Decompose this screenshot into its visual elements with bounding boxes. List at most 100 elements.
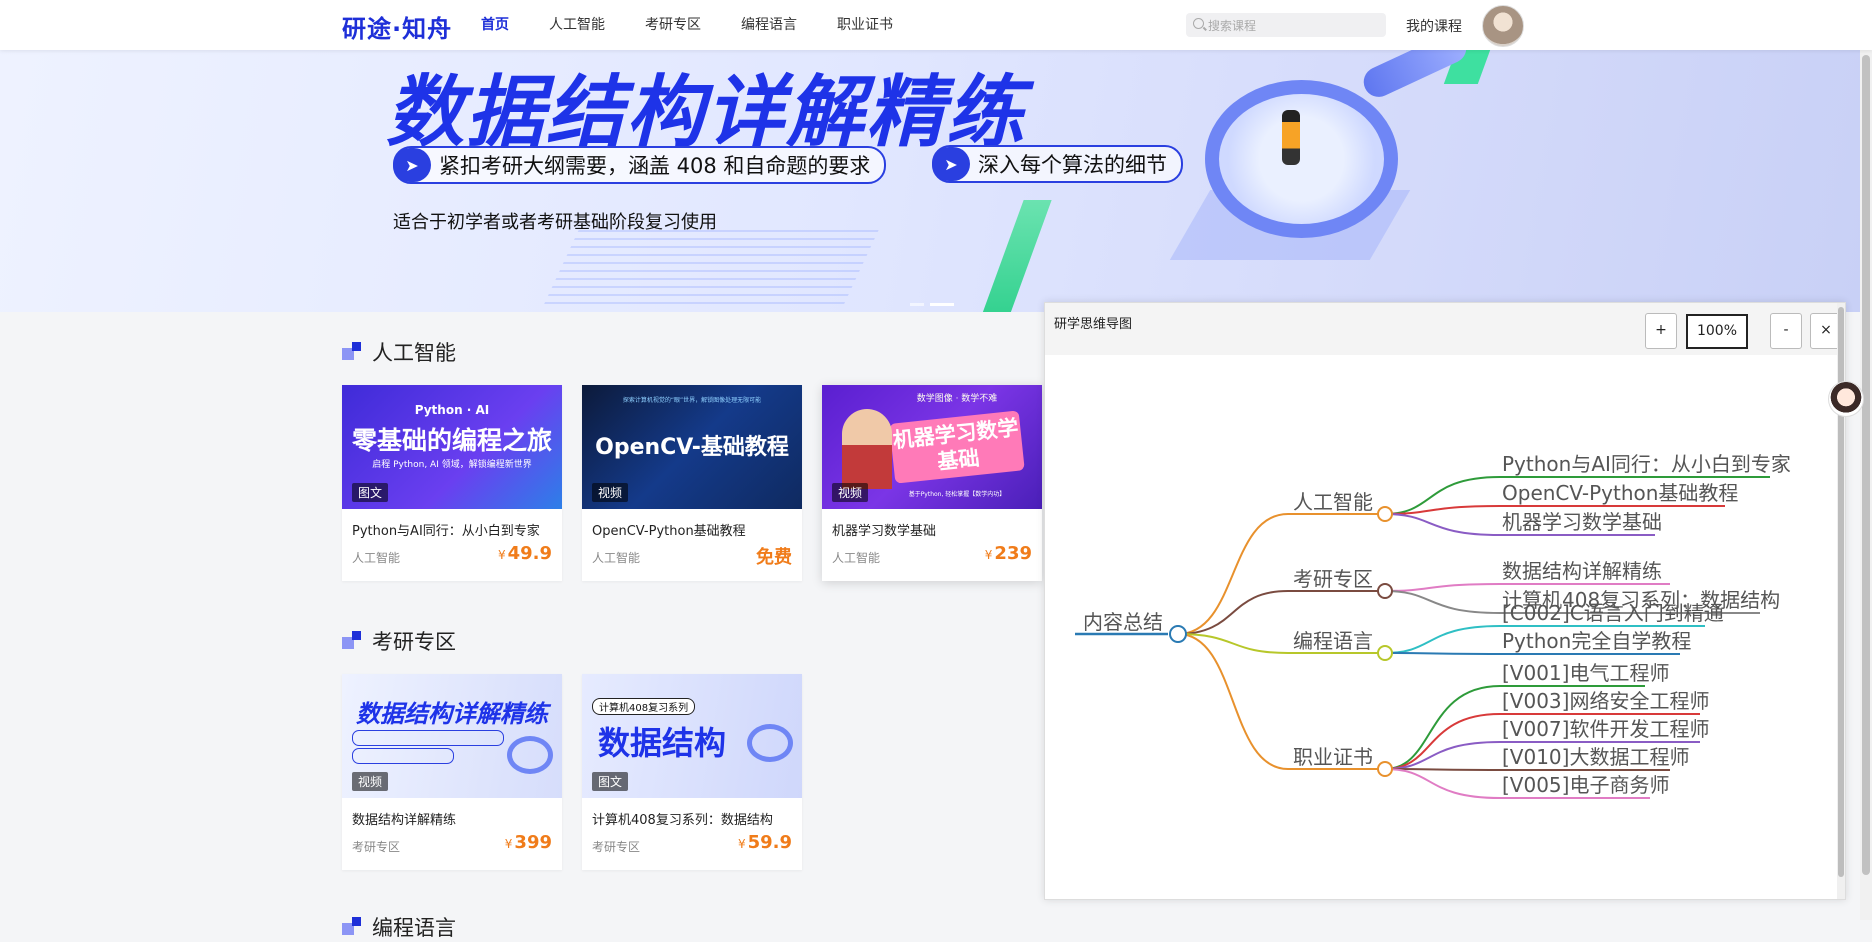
section-header-programming: 编程语言 bbox=[342, 912, 456, 942]
mindmap-leaf-link bbox=[1384, 590, 1501, 614]
site-logo[interactable]: 研途·知舟 bbox=[342, 9, 452, 44]
course-title[interactable]: 数据结构详解精练 bbox=[352, 809, 456, 828]
content-type-badge: 视频 bbox=[592, 483, 629, 502]
course-price: ¥59.9 bbox=[737, 832, 792, 853]
mindmap-leaf-node[interactable]: [C002]C语言入门到精通 bbox=[1502, 601, 1724, 625]
mindmap-branch-link bbox=[1177, 513, 1289, 635]
course-category: 人工智能 bbox=[352, 551, 401, 565]
thumbnail-caption: 数学图像 · 数学不难 bbox=[916, 394, 998, 404]
section-header-kaoyan: 考研专区 bbox=[342, 626, 456, 656]
assistant-avatar[interactable] bbox=[1828, 381, 1864, 417]
thumbnail-title: 机器学习数学基础 bbox=[889, 410, 1025, 484]
mindmap-root-node[interactable]: 内容总结 bbox=[1083, 610, 1163, 634]
mindmap-leaf-node[interactable]: [V001]电气工程师 bbox=[1502, 661, 1669, 685]
mindmap-leaf-node[interactable]: OpenCV-Python基础教程 bbox=[1502, 481, 1738, 505]
page-scrollbar[interactable] bbox=[1860, 0, 1872, 920]
mindmap-leaf-node[interactable]: [V003]网络安全工程师 bbox=[1502, 689, 1709, 713]
carousel-dot-active[interactable] bbox=[930, 303, 954, 306]
mindmap-leaf-node[interactable]: 数据结构详解精练 bbox=[1502, 559, 1662, 583]
nav-kaoyan[interactable]: 考研专区 bbox=[645, 0, 701, 50]
search-input[interactable] bbox=[1206, 13, 1380, 39]
mindmap-leaf-node[interactable]: 机器学习数学基础 bbox=[1502, 510, 1662, 534]
banner-subtitle: 适合于初学者或者考研基础阶段复习使用 bbox=[393, 212, 717, 233]
magnifier-illustration bbox=[747, 724, 793, 762]
section-icon bbox=[342, 342, 362, 362]
course-card[interactable]: Python · AI 零基础的编程之旅 启程 Python, AI 领域，解锁… bbox=[342, 385, 562, 581]
my-courses-link[interactable]: 我的课程 bbox=[1406, 16, 1462, 36]
search-box[interactable] bbox=[1186, 13, 1386, 39]
mindmap-branch-link bbox=[1177, 633, 1289, 770]
mindmap-leaf-link bbox=[1384, 583, 1501, 592]
carousel-dot[interactable] bbox=[910, 303, 924, 306]
person-illustration bbox=[1282, 110, 1300, 165]
mindmap-branch-link bbox=[1177, 590, 1289, 635]
banner-pill-text: 紧扣考研大纲需要，涵盖 408 和自命题的要求 bbox=[439, 154, 871, 178]
banner-pill: ➤ 深入每个算法的细节 bbox=[932, 145, 1183, 183]
mindmap-leaf-node[interactable]: [V010]大数据工程师 bbox=[1502, 745, 1689, 769]
mindmap-leaf-node[interactable]: Python与AI同行：从小白到专家 bbox=[1502, 452, 1791, 476]
thumbnail-title: 数据结构详解精练 bbox=[356, 700, 548, 728]
mindmap-branch-node[interactable]: 编程语言 bbox=[1293, 629, 1373, 653]
course-card[interactable]: 计算机408复习系列 数据结构 图文 计算机408复习系列：数据结构 考研专区 … bbox=[582, 674, 802, 870]
course-title[interactable]: OpenCV-Python基础教程 bbox=[592, 520, 746, 539]
course-thumbnail: 计算机408复习系列 数据结构 图文 bbox=[582, 674, 802, 798]
mindmap-leaf-node[interactable]: [V007]软件开发工程师 bbox=[1502, 717, 1709, 741]
nav-ai[interactable]: 人工智能 bbox=[549, 0, 605, 50]
course-title[interactable]: 计算机408复习系列：数据结构 bbox=[592, 809, 773, 828]
mindmap-branch-collapse-toggle bbox=[1377, 506, 1393, 522]
thumbnail-subtitle: 基于Python, 轻松掌握【数学内功】 bbox=[908, 491, 1006, 498]
section-header-ai: 人工智能 bbox=[342, 337, 456, 367]
course-card[interactable]: 数据结构详解精练 视频 数据结构详解精练 考研专区 ¥399 bbox=[342, 674, 562, 870]
mindmap-root-collapse-toggle bbox=[1169, 625, 1187, 643]
course-thumbnail: Python · AI 零基础的编程之旅 启程 Python, AI 领域，解锁… bbox=[342, 385, 562, 509]
thumbnail-title: 数据结构 bbox=[597, 724, 726, 762]
mindmap-leaf-link bbox=[1384, 652, 1501, 655]
course-thumbnail: 数据结构详解精练 视频 bbox=[342, 674, 562, 798]
course-price: ¥239 bbox=[984, 543, 1032, 564]
hero-banner[interactable]: 数据结构详解精练 ➤ 紧扣考研大纲需要，涵盖 408 和自命题的要求 ➤ 深入每… bbox=[0, 50, 1872, 312]
course-category: 考研专区 bbox=[592, 840, 641, 854]
zoom-out-button[interactable]: - bbox=[1770, 313, 1802, 349]
banner-pill: ➤ 紧扣考研大纲需要，涵盖 408 和自命题的要求 bbox=[393, 146, 887, 184]
carousel-indicators bbox=[910, 303, 954, 306]
mindmap-leaf-link bbox=[1384, 625, 1501, 654]
zoom-in-button[interactable]: + bbox=[1645, 313, 1677, 349]
mindmap-leaf-link bbox=[1384, 505, 1501, 515]
mindmap-panel: 研学思维导图 + 100% - × 内容总结 人工智能 Python与AI同行：从小… bbox=[1044, 302, 1846, 900]
nav-programming[interactable]: 编程语言 bbox=[741, 0, 797, 50]
mindmap-branch-collapse-toggle bbox=[1377, 761, 1393, 777]
course-card[interactable]: 探索计算机视觉的“眼”世界，解锁图像处理无限可能 OpenCV-基础教程 视频 … bbox=[582, 385, 802, 581]
zoom-level: 100% bbox=[1686, 314, 1748, 349]
mindmap-leaf-node[interactable]: Python完全自学教程 bbox=[1502, 629, 1691, 653]
thumbnail-subtitle: 启程 Python, AI 领域，解锁编程新世界 bbox=[372, 460, 532, 470]
mindmap-leaf-link bbox=[1384, 685, 1501, 770]
section-icon bbox=[342, 631, 362, 651]
magnifier-illustration bbox=[1205, 80, 1398, 238]
nav-home[interactable]: 首页 bbox=[481, 0, 509, 50]
nav-certificates[interactable]: 职业证书 bbox=[837, 0, 893, 50]
mindmap-branch-node[interactable]: 人工智能 bbox=[1293, 490, 1373, 514]
course-title[interactable]: Python与AI同行：从小白到专家 bbox=[352, 520, 540, 539]
course-price: 免费 bbox=[756, 547, 792, 568]
course-card[interactable]: 数学图像 · 数学不难 机器学习数学基础 基于Python, 轻松掌握【数学内功… bbox=[822, 385, 1042, 581]
mindmap-branch-node[interactable]: 考研专区 bbox=[1293, 567, 1373, 591]
course-thumbnail: 数学图像 · 数学不难 机器学习数学基础 基于Python, 轻松掌握【数学内功… bbox=[822, 385, 1042, 509]
mindmap-panel-header[interactable]: 研学思维导图 + 100% - × bbox=[1045, 303, 1845, 355]
mindmap-leaf-link bbox=[1384, 713, 1501, 770]
course-category: 考研专区 bbox=[352, 840, 401, 854]
course-thumbnail: 探索计算机视觉的“眼”世界，解锁图像处理无限可能 OpenCV-基础教程 视频 bbox=[582, 385, 802, 509]
course-title[interactable]: 机器学习数学基础 bbox=[832, 520, 936, 539]
mindmap-branch-node[interactable]: 职业证书 bbox=[1293, 745, 1373, 769]
banner-decoration bbox=[976, 200, 1052, 312]
search-icon bbox=[1193, 18, 1204, 29]
course-category: 人工智能 bbox=[592, 551, 641, 565]
user-avatar[interactable] bbox=[1482, 5, 1524, 47]
section-title: 编程语言 bbox=[372, 916, 456, 940]
thumbnail-caption: 计算机408复习系列 bbox=[592, 698, 696, 715]
top-header: 研途·知舟 首页 人工智能 考研专区 编程语言 职业证书 我的课程 bbox=[0, 0, 1872, 50]
cursor-icon: ➤ bbox=[393, 148, 431, 182]
mindmap-branch-collapse-toggle bbox=[1377, 583, 1393, 599]
mindmap-leaf-node[interactable]: [V005]电子商务师 bbox=[1502, 773, 1669, 797]
mindmap-canvas[interactable]: 内容总结 人工智能 Python与AI同行：从小白到专家 OpenCV-Python基… bbox=[1045, 355, 1835, 895]
course-price: ¥399 bbox=[504, 832, 552, 853]
